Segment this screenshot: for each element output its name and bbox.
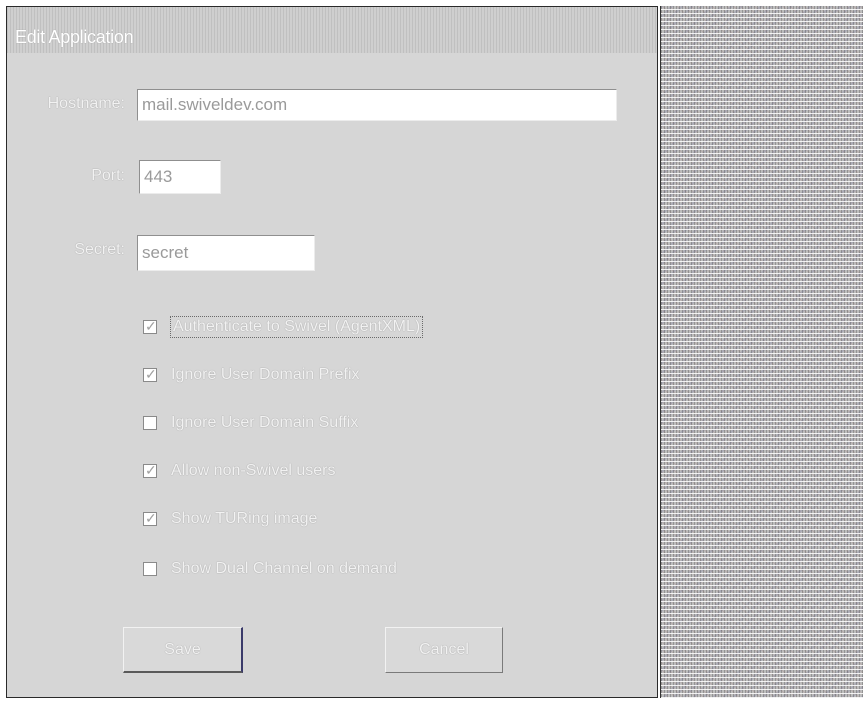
option-label: Show Dual Channel on demand <box>171 560 397 577</box>
port-label: Port: <box>91 167 125 184</box>
option-label: Authenticate to Swivel (AgentXML) <box>169 316 424 338</box>
option-ignore-domain-suffix[interactable]: Ignore User Domain Suffix <box>143 411 358 435</box>
hostname-label: Hostname: <box>47 95 125 112</box>
save-button[interactable]: Save <box>123 627 243 673</box>
checkbox[interactable] <box>143 416 157 430</box>
option-allow-non-swivel-users[interactable]: ✓ Allow non-Swivel users <box>143 459 336 483</box>
checkmark-icon: ✓ <box>145 318 157 334</box>
option-show-dual-channel[interactable]: Show Dual Channel on demand <box>143 557 397 581</box>
checkbox[interactable]: ✓ <box>143 318 157 334</box>
secret-label: Secret: <box>74 241 125 258</box>
window-title: Edit Application <box>15 27 134 47</box>
option-show-turing-image[interactable]: ✓ Show TURing image <box>143 507 317 531</box>
option-authenticate-agentxml[interactable]: ✓ Authenticate to Swivel (AgentXML) <box>143 315 424 339</box>
checkmark-icon: ✓ <box>145 366 157 382</box>
checkmark-icon: ✓ <box>145 510 157 526</box>
checkmark-icon: ✓ <box>145 462 157 478</box>
cancel-button[interactable]: Cancel <box>385 627 503 673</box>
checkbox[interactable]: ✓ <box>143 366 157 382</box>
port-input[interactable] <box>139 160 221 194</box>
option-label: Allow non-Swivel users <box>171 462 336 479</box>
option-label: Show TURing image <box>171 510 318 527</box>
checkbox[interactable] <box>143 562 157 576</box>
secret-input[interactable] <box>137 235 315 271</box>
hostname-input[interactable] <box>137 89 617 121</box>
title-bar[interactable]: Edit Application <box>7 7 657 53</box>
screen-frame: Edit Application Hostname: Port: Secret:… <box>4 4 864 700</box>
option-ignore-domain-prefix[interactable]: ✓ Ignore User Domain Prefix <box>143 363 360 387</box>
background-noise-area <box>660 6 863 698</box>
checkbox[interactable]: ✓ <box>143 510 157 526</box>
option-label: Ignore User Domain Prefix <box>171 366 360 383</box>
edit-application-dialog: Edit Application Hostname: Port: Secret:… <box>6 6 658 698</box>
option-label: Ignore User Domain Suffix <box>171 414 359 431</box>
checkbox[interactable]: ✓ <box>143 462 157 478</box>
